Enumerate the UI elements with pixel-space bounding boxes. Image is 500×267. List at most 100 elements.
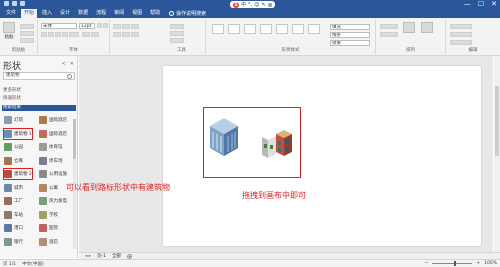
style-swatch-6[interactable] (292, 24, 304, 34)
zoom-slider-knob[interactable] (454, 261, 457, 266)
shape-item[interactable]: 车站 (4, 210, 23, 220)
align-left-button[interactable] (82, 32, 90, 37)
maximize-button[interactable]: ☐ (478, 0, 484, 9)
undo-icon[interactable] (12, 1, 17, 6)
save-icon[interactable] (4, 1, 9, 6)
search-results-header[interactable]: 搜索结果 (2, 105, 76, 111)
shape-item[interactable]: 仓库 (4, 156, 23, 166)
align-bottom-button[interactable] (131, 24, 139, 29)
text-tool-button[interactable] (170, 38, 184, 43)
shape-item[interactable]: 港口 (4, 223, 23, 233)
redo-icon[interactable] (20, 1, 25, 6)
drawing-canvas[interactable] (79, 56, 493, 252)
italic-button[interactable] (48, 32, 54, 37)
drawing-page[interactable] (163, 66, 481, 246)
ime-menu-icon[interactable] (267, 2, 272, 7)
tab-data[interactable]: 数据 (75, 9, 91, 18)
paste-button[interactable]: 粘贴 (2, 22, 16, 40)
shape-search-input[interactable]: 建筑物 (3, 72, 75, 80)
canvas-scrollbar[interactable] (494, 56, 500, 252)
more-shapes-link[interactable]: 更多形状 (3, 87, 21, 93)
minimize-button[interactable]: — (464, 0, 471, 9)
style-swatch-2[interactable] (228, 24, 240, 34)
grow-font-button[interactable] (97, 23, 102, 28)
send-backward-button[interactable] (380, 32, 398, 37)
shape-item[interactable]: 城市 (4, 183, 23, 193)
close-button[interactable]: ✕ (491, 0, 497, 9)
bold-button[interactable] (41, 32, 47, 37)
style-swatch-1[interactable] (212, 24, 224, 34)
copy-button[interactable] (20, 31, 34, 36)
shape-item[interactable]: 建筑物 2 (3, 168, 33, 180)
zoom-out-icon[interactable]: − (425, 261, 429, 266)
canvas-scrollbar-thumb[interactable] (495, 86, 499, 156)
shape-item[interactable]: 酒店 (39, 237, 58, 247)
strikethrough-button[interactable] (62, 32, 68, 37)
ime-mode[interactable]: 中 (241, 1, 246, 8)
style-swatch-4[interactable] (260, 24, 272, 34)
quick-shapes-link[interactable]: 快速形状 (3, 95, 21, 101)
ime-toolbar[interactable]: S 中 °, ☺ ✎ (230, 1, 275, 8)
shape-item[interactable]: 国际酒店 (39, 129, 67, 139)
tab-home[interactable]: 开始 (21, 9, 38, 18)
shape-item[interactable]: 停车场 (39, 156, 63, 166)
align-top-button[interactable] (113, 24, 121, 29)
close-pane-icon[interactable]: ✕ (70, 61, 74, 67)
shape-item[interactable]: 风力发电 (39, 196, 67, 206)
font-color-button[interactable] (69, 32, 79, 37)
select-button[interactable] (450, 40, 472, 45)
layers-button[interactable] (450, 32, 472, 37)
shape-item[interactable]: 公园 (4, 142, 23, 152)
shape-item[interactable]: 公寓 (39, 183, 58, 193)
find-button[interactable] (450, 24, 472, 29)
shape-item[interactable]: 公用设施 (39, 169, 67, 179)
page-info[interactable]: 页 1/1 (3, 261, 16, 267)
bullets-button[interactable] (131, 32, 139, 37)
tab-view[interactable]: 视图 (129, 9, 145, 18)
tab-process[interactable]: 流程 (93, 9, 109, 18)
scrollbar-thumb[interactable] (73, 119, 76, 159)
shrink-font-button[interactable] (103, 23, 108, 28)
indent-button[interactable] (113, 32, 121, 37)
shape-item[interactable]: 工厂 (4, 196, 23, 206)
residential-building-icon[interactable] (262, 130, 292, 158)
cut-button[interactable] (20, 24, 34, 29)
group-button[interactable] (420, 22, 434, 40)
align-center-button[interactable] (91, 32, 99, 37)
bring-forward-button[interactable] (380, 24, 398, 29)
search-icon[interactable] (67, 74, 72, 79)
align-middle-button[interactable] (122, 24, 130, 29)
ime-punct[interactable]: °, (248, 2, 252, 8)
office-building-icon[interactable] (210, 118, 238, 156)
format-painter-button[interactable] (20, 38, 34, 43)
fill-button[interactable]: 填充 (330, 24, 370, 30)
font-name-select[interactable]: 宋体 (41, 23, 77, 29)
collapse-pane-icon[interactable]: < (62, 61, 66, 67)
font-size-select[interactable]: 12pt (79, 23, 95, 29)
zoom-in-icon[interactable]: + (476, 261, 480, 266)
connector-tool-button[interactable] (170, 31, 184, 36)
ime-emoji[interactable]: ☺ (254, 2, 259, 8)
shape-item[interactable]: 国际酒店 (39, 115, 67, 125)
line-button[interactable]: 线条 (330, 32, 370, 38)
style-swatch-7[interactable] (308, 24, 320, 34)
shape-item[interactable]: 建筑物 1 (3, 127, 33, 140)
tab-file[interactable]: 文件 (3, 9, 19, 18)
shape-item[interactable]: 学校 (39, 210, 58, 220)
page-nav-icon[interactable]: ◂ ▸ (85, 254, 91, 259)
pointer-tool-button[interactable] (170, 24, 184, 29)
style-swatch-3[interactable] (244, 24, 256, 34)
tell-me-search[interactable]: 操作说明搜索 (169, 10, 206, 17)
underline-button[interactable] (55, 32, 61, 37)
shape-item[interactable]: 灯塔 (4, 115, 23, 125)
outdent-button[interactable] (122, 32, 130, 37)
tab-insert[interactable]: 插入 (39, 9, 55, 18)
style-swatch-5[interactable] (276, 24, 288, 34)
tab-help[interactable]: 帮助 (147, 9, 163, 18)
tab-review[interactable]: 审阅 (111, 9, 127, 18)
position-button[interactable] (402, 22, 416, 40)
shape-item[interactable]: 医院 (39, 223, 58, 233)
zoom-slider[interactable] (432, 261, 473, 266)
tab-design[interactable]: 设计 (57, 9, 73, 18)
add-page-icon[interactable]: + (126, 253, 132, 259)
